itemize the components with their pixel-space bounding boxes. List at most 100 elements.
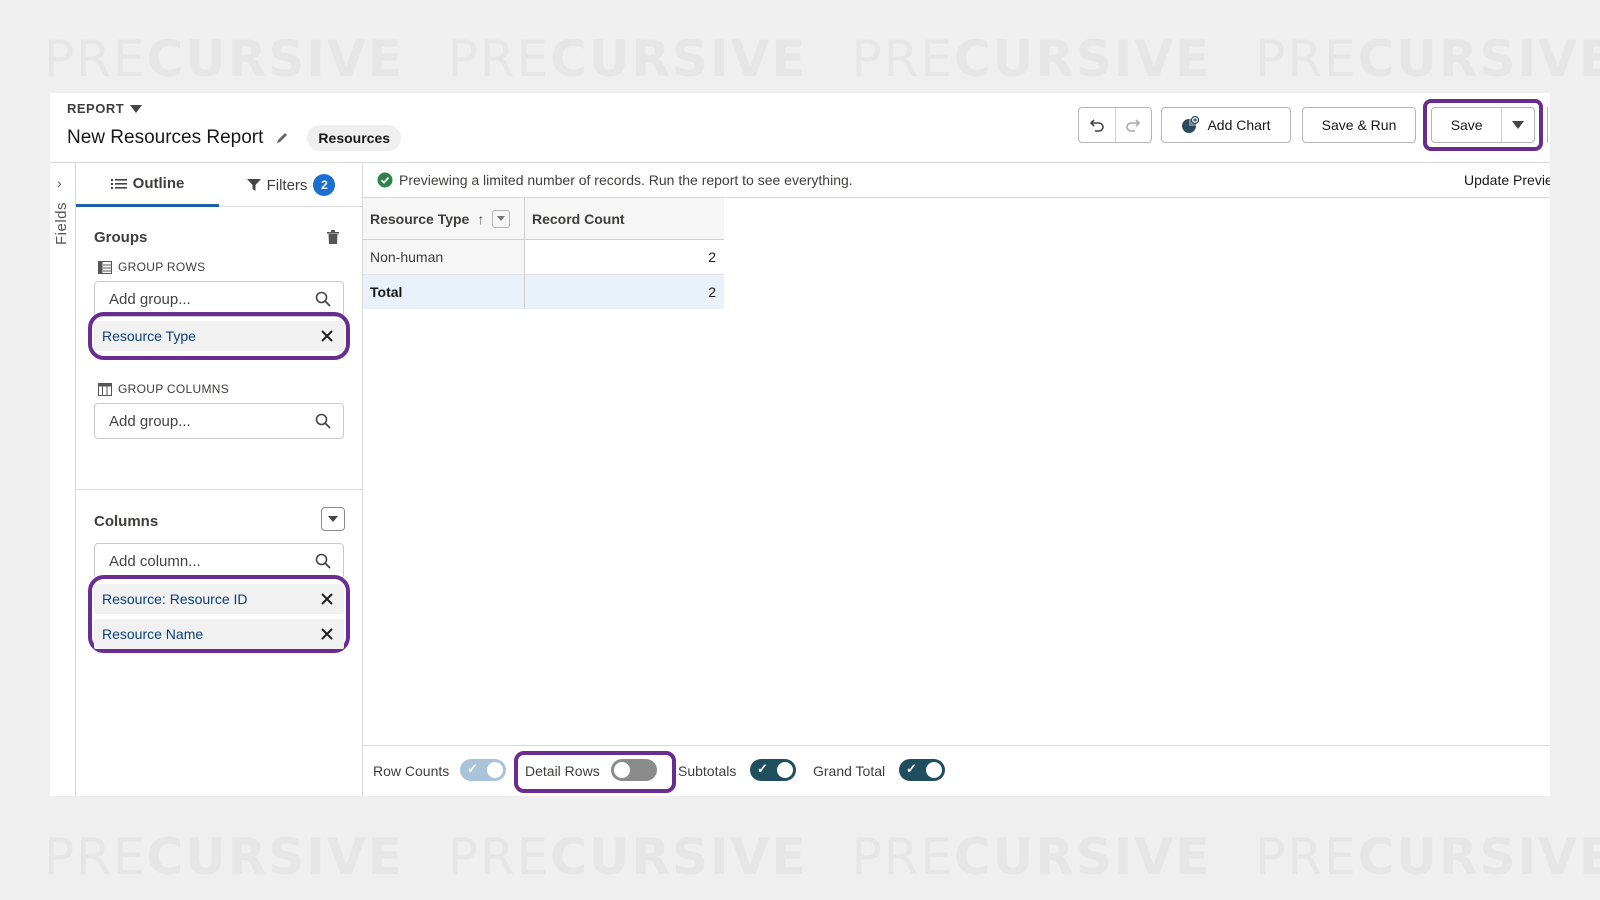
caret-down-icon (130, 104, 143, 113)
save-button-group: Save (1431, 107, 1535, 143)
watermark-word: PRECURSIVE (44, 30, 404, 88)
report-title: New Resources Report (67, 127, 264, 148)
sort-ascending-icon[interactable]: ↑ (477, 211, 484, 227)
group-columns-label-row: GROUP COLUMNS (98, 382, 229, 396)
search-icon (315, 413, 331, 429)
subtotals-toggle[interactable]: ✓ (750, 759, 796, 781)
report-menu[interactable]: REPORT (67, 101, 143, 116)
watermark-word: PRECURSIVE (1255, 30, 1600, 88)
undo-redo-group (1078, 107, 1152, 143)
column-chip-label: Resource Name (102, 626, 204, 642)
add-chart-label: Add Chart (1207, 117, 1271, 133)
outline-panel: Outline Filters 2 Groups GROUP ROWS Add … (76, 163, 363, 796)
caret-down-icon (1512, 121, 1525, 129)
table-total-value: 2 (525, 275, 724, 309)
watermark-top: PRECURSIVE PRECURSIVE PRECURSIVE PRECURS… (0, 14, 1600, 104)
save-highlight: Save (1423, 99, 1543, 151)
group-rows-label: GROUP ROWS (118, 260, 206, 274)
group-columns-label: GROUP COLUMNS (118, 382, 230, 396)
fields-label: Fields (53, 201, 71, 246)
table-cell-record-count: 2 (525, 240, 724, 275)
column-menu-button[interactable] (492, 209, 511, 228)
preview-notice: Previewing a limited number of records. … (363, 163, 1550, 198)
rows-icon (98, 260, 112, 274)
filters-count-badge: 2 (313, 174, 336, 196)
toggle-knob (777, 762, 793, 778)
search-icon (315, 553, 331, 569)
grand-total-toggle[interactable]: ✓ (899, 759, 945, 781)
group-rows-input[interactable] (109, 290, 299, 308)
group-row-chip-label: Resource Type (102, 328, 196, 344)
watermark-word: PRECURSIVE (44, 828, 404, 886)
watermark-word: PRECURSIVE (1255, 828, 1600, 886)
row-counts-label: Row Counts (373, 763, 450, 779)
columns-input[interactable] (109, 552, 299, 570)
detail-rows-toggle[interactable] (611, 759, 657, 781)
fields-rail[interactable]: › Fields (50, 163, 76, 796)
chevron-right-icon[interactable]: › (57, 175, 62, 191)
grand-total-label: Grand Total (813, 763, 886, 779)
chart-icon (1182, 116, 1200, 133)
watermark-bottom: PRECURSIVE PRECURSIVE PRECURSIVE PRECURS… (0, 812, 1600, 900)
save-options-dropdown[interactable] (1501, 108, 1534, 142)
columns-icon (98, 382, 112, 396)
trash-icon[interactable] (327, 230, 339, 244)
tab-filters[interactable]: Filters 2 (219, 163, 363, 207)
add-chart-button[interactable]: Add Chart (1161, 107, 1291, 143)
check-icon: ✓ (757, 761, 768, 776)
group-columns-search (94, 403, 344, 439)
close-icon[interactable] (320, 627, 334, 641)
close-icon[interactable] (320, 329, 334, 343)
watermark-word: PRECURSIVE (447, 828, 808, 886)
subtotals-label: Subtotals (678, 763, 737, 779)
save-and-run-button[interactable]: Save & Run (1302, 107, 1416, 143)
report-title-row: New Resources Report Resources (67, 125, 402, 151)
search-icon (315, 291, 331, 307)
caret-down-icon (328, 516, 338, 522)
tab-filters-label: Filters (266, 176, 308, 194)
toggle-knob (614, 762, 630, 778)
redo-button[interactable] (1114, 108, 1151, 142)
toggle-knob (926, 762, 942, 778)
toggle-knob (487, 762, 503, 778)
check-icon: ✓ (467, 761, 478, 776)
close-button-edge[interactable] (1547, 107, 1550, 143)
table-total-label: Total (363, 275, 525, 309)
watermark-word: PRECURSIVE (851, 828, 1212, 886)
column-chip: Resource: Resource ID (94, 584, 344, 614)
panel-tabs: Outline Filters 2 (76, 163, 363, 207)
caret-down-icon (497, 216, 506, 221)
groups-title: Groups (94, 229, 148, 246)
group-rows-label-row: GROUP ROWS (98, 260, 205, 274)
tab-outline-label: Outline (132, 175, 185, 192)
undo-button[interactable] (1079, 108, 1115, 142)
filter-icon (246, 179, 261, 191)
table-cell-resource-type: Non-human (363, 240, 525, 275)
column-chip-label: Resource: Resource ID (102, 591, 248, 607)
detail-rows-label: Detail Rows (525, 763, 600, 779)
undo-icon (1089, 119, 1104, 132)
update-preview-button[interactable]: Update Preview (1464, 172, 1550, 188)
report-label: REPORT (67, 101, 125, 116)
save-button[interactable]: Save (1432, 108, 1501, 142)
row-counts-toggle[interactable]: ✓ (460, 759, 506, 781)
columns-search (94, 543, 344, 579)
pencil-icon[interactable] (275, 131, 289, 145)
report-type-pill: Resources (307, 125, 402, 151)
report-footer: Row Counts ✓ Detail Rows Subtotals ✓ Gra… (363, 745, 1550, 796)
redo-icon (1126, 119, 1141, 132)
column-header-record-count[interactable]: Record Count (525, 198, 724, 240)
check-icon: ✓ (906, 761, 917, 776)
tab-outline[interactable]: Outline (76, 163, 219, 207)
list-icon (110, 178, 127, 189)
column-header-resource-type[interactable]: Resource Type ↑ (363, 198, 525, 240)
columns-menu-button[interactable] (321, 507, 345, 531)
notice-message: Previewing a limited number of records. … (399, 172, 853, 188)
notice-message-row: Previewing a limited number of records. … (377, 172, 853, 188)
check-circle-icon (377, 172, 393, 188)
section-divider (76, 489, 363, 490)
report-builder: REPORT New Resources Report Resources Ad… (50, 93, 1550, 796)
close-icon[interactable] (320, 592, 334, 606)
columns-title: Columns (94, 513, 159, 530)
group-columns-input[interactable] (109, 412, 299, 430)
